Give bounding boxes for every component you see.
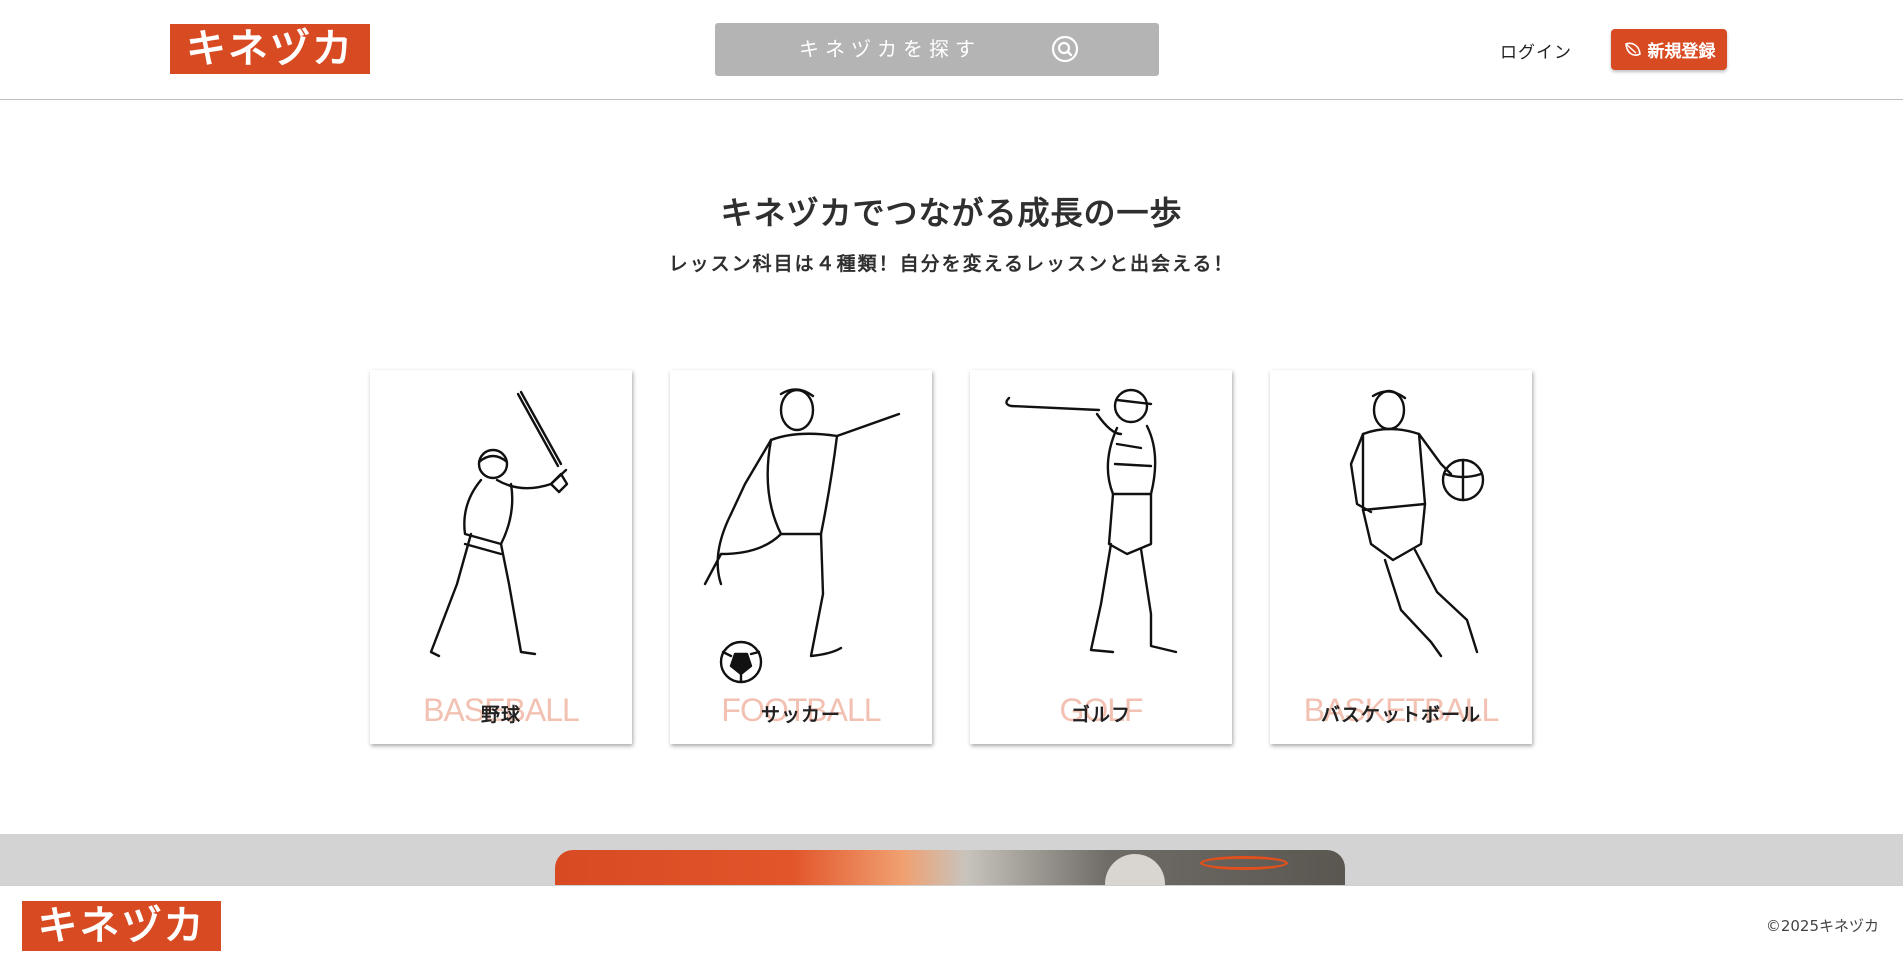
card-label-ja: ゴルフ bbox=[1070, 704, 1131, 726]
search-placeholder: キネヅカを探す bbox=[799, 37, 981, 61]
sport-cards: BASEBALL 野球 FOOTBALL サッカー GOLF ゴルフ BASKE… bbox=[370, 370, 1532, 745]
promo-banner-image[interactable] bbox=[555, 850, 1345, 886]
leaf-icon bbox=[1624, 42, 1641, 56]
soccer-player-illustration bbox=[703, 388, 901, 684]
page-subtitle: レッスン科目は４種類！自分を変えるレッスンと出会える！ bbox=[668, 253, 1235, 275]
card-basketball[interactable]: BASKETBALL バスケットボール bbox=[1270, 370, 1532, 744]
card-label-ja: 野球 bbox=[480, 704, 521, 726]
coach-photo bbox=[1105, 854, 1165, 886]
site-header: キネヅカ キネヅカを探す ログイン 新規登録 bbox=[0, 0, 1903, 100]
logo-text: キネヅカ bbox=[186, 26, 354, 72]
copyright: ©2025キネヅカ bbox=[1765, 917, 1879, 935]
page-title: キネヅカでつながる成長の一歩 bbox=[720, 194, 1183, 232]
basketball-player-illustration bbox=[1349, 389, 1485, 658]
golfer-illustration bbox=[1005, 388, 1178, 654]
signup-label: 新規登録 bbox=[1647, 42, 1716, 62]
footer-logo[interactable]: キネヅカ bbox=[22, 901, 221, 951]
signup-button[interactable]: 新規登録 bbox=[1611, 29, 1727, 70]
card-label-ja: バスケットボール bbox=[1320, 704, 1481, 726]
search-bar[interactable]: キネヅカを探す bbox=[715, 23, 1159, 76]
login-link[interactable]: ログイン bbox=[1500, 38, 1572, 63]
basketball-hoop bbox=[1200, 856, 1288, 870]
card-label-ja: サッカー bbox=[760, 704, 841, 726]
footer-logo-text: キネヅカ bbox=[37, 903, 206, 949]
promo-section bbox=[0, 834, 1903, 886]
baseball-player-illustration bbox=[429, 390, 569, 658]
card-football[interactable]: FOOTBALL サッカー bbox=[670, 370, 932, 744]
card-golf[interactable]: GOLF ゴルフ bbox=[970, 370, 1232, 744]
site-footer: キネヅカ ©2025キネヅカ bbox=[0, 885, 1903, 962]
search-icon[interactable] bbox=[1051, 35, 1079, 63]
site-logo[interactable]: キネヅカ bbox=[170, 24, 370, 74]
card-baseball[interactable]: BASEBALL 野球 bbox=[370, 370, 632, 744]
